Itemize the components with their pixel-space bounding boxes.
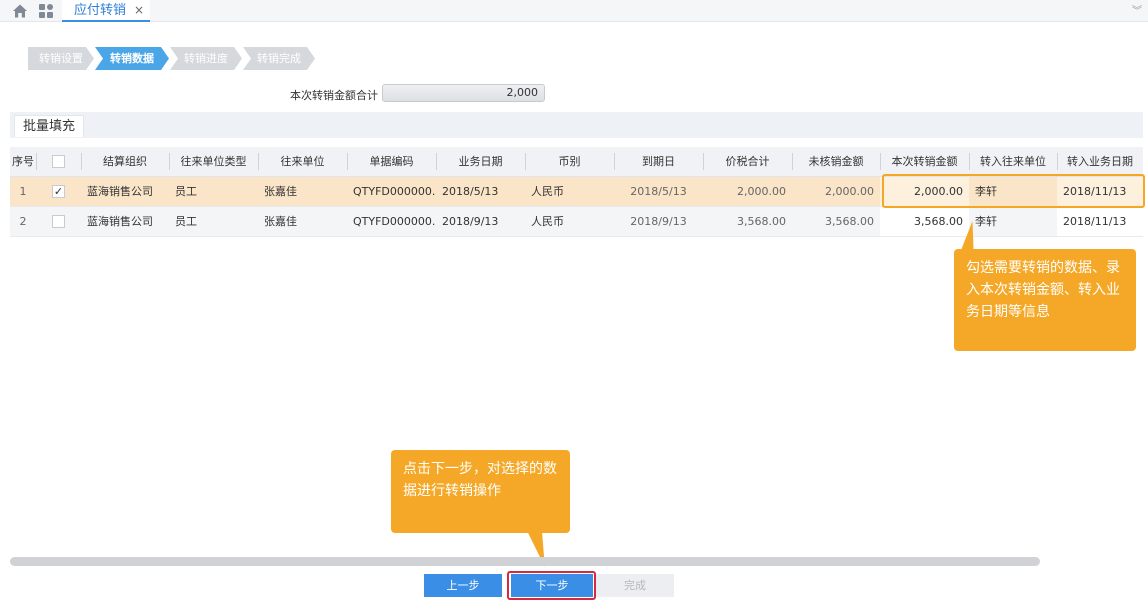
row-unit-type: 员工 [169, 206, 258, 237]
row-unit-type: 员工 [169, 176, 258, 207]
col-amount[interactable]: 本次转销金额 [880, 147, 969, 177]
col-unverified[interactable]: 未核销金额 [792, 147, 880, 177]
tab-payable-transfer[interactable]: 应付转销 × [62, 0, 150, 22]
row-checkbox[interactable] [52, 214, 65, 228]
row-to-date-input[interactable]: 2018/11/13 [1057, 206, 1143, 237]
close-icon[interactable]: × [134, 0, 144, 21]
row-org: 蓝海销售公司 [81, 206, 169, 237]
row-unit: 张嘉佳 [258, 206, 347, 237]
step-complete: 转销完成 [243, 47, 315, 70]
home-icon[interactable] [12, 3, 28, 19]
row-currency: 人民币 [525, 206, 614, 237]
col-select-all[interactable] [36, 147, 81, 177]
row-total: 3,568.00 [703, 206, 792, 237]
step-data: 转销数据 [95, 47, 169, 70]
row-checkbox-cell[interactable]: ✓ [36, 176, 81, 207]
col-code[interactable]: 单据编码 [347, 147, 436, 177]
row-to-unit-input[interactable]: 李轩 [969, 206, 1057, 237]
row-unverified: 3,568.00 [792, 206, 880, 237]
row-biz-date: 2018/5/13 [436, 176, 525, 207]
row-amount-input[interactable]: 3,568.00 [880, 206, 969, 237]
double-chevron-down-icon[interactable]: ︾ [1132, 2, 1142, 17]
col-total[interactable]: 价税合计 [703, 147, 792, 177]
row-checkbox-cell[interactable] [36, 206, 81, 237]
row-currency: 人民币 [525, 176, 614, 207]
row-due-date: 2018/9/13 [614, 206, 703, 237]
batch-fill-button[interactable]: 批量填充 [14, 115, 85, 137]
col-unit-type[interactable]: 往来单位类型 [169, 147, 258, 177]
apps-icon[interactable] [38, 3, 54, 19]
row-checkbox[interactable]: ✓ [52, 184, 65, 198]
total-amount-field: 2,000 [382, 84, 545, 102]
row-code[interactable]: QTYFD000000... [347, 206, 436, 237]
total-amount-label: 本次转销金额合计 [290, 89, 378, 102]
row-biz-date: 2018/9/13 [436, 206, 525, 237]
row-total: 2,000.00 [703, 176, 792, 207]
row-org: 蓝海销售公司 [81, 176, 169, 207]
col-to-date[interactable]: 转入业务日期 [1057, 147, 1143, 177]
row-seq: 1 [10, 176, 36, 207]
col-currency[interactable]: 币别 [525, 147, 614, 177]
row-unverified: 2,000.00 [792, 176, 880, 207]
row-to-unit-input[interactable]: 李轩 [969, 176, 1057, 207]
row-unit: 张嘉佳 [258, 176, 347, 207]
col-unit[interactable]: 往来单位 [258, 147, 347, 177]
step-progress-item: 转销进度 [170, 47, 242, 70]
next-step-button[interactable]: 下一步 [511, 574, 593, 597]
row-seq: 2 [10, 206, 36, 237]
callout-select-data: 勾选需要转销的数据、录入本次转销金额、转入业务日期等信息 [954, 249, 1136, 351]
horizontal-scrollbar[interactable] [10, 557, 1040, 566]
col-to-unit[interactable]: 转入往来单位 [969, 147, 1057, 177]
callout-next-step: 点击下一步，对选择的数据进行转销操作 [391, 450, 570, 533]
tab-title: 应付转销 [74, 3, 127, 18]
table-header: 序号 结算组织 往来单位类型 往来单位 单据编码 业务日期 币别 到期日 价税合… [10, 147, 1143, 177]
row-amount-input[interactable]: 2,000.00 [880, 176, 969, 207]
row-due-date: 2018/5/13 [614, 176, 703, 207]
col-due-date[interactable]: 到期日 [614, 147, 703, 177]
finish-button[interactable]: 完成 [596, 574, 674, 597]
prev-step-button[interactable]: 上一步 [424, 574, 502, 597]
row-code[interactable]: QTYFD000000... [347, 176, 436, 207]
table-row[interactable]: 1 ✓ 蓝海销售公司 员工 张嘉佳 QTYFD000000... 2018/5/… [10, 176, 1143, 207]
select-all-checkbox[interactable] [52, 155, 65, 168]
col-org[interactable]: 结算组织 [81, 147, 169, 177]
batch-toolbar: 批量填充 [10, 112, 1143, 138]
step-settings: 转销设置 [28, 47, 94, 70]
col-biz-date[interactable]: 业务日期 [436, 147, 525, 177]
col-seq: 序号 [10, 147, 36, 177]
row-to-date-input[interactable]: 2018/11/13 [1057, 176, 1143, 207]
top-bar: 应付转销 × ︾ [0, 0, 1148, 22]
